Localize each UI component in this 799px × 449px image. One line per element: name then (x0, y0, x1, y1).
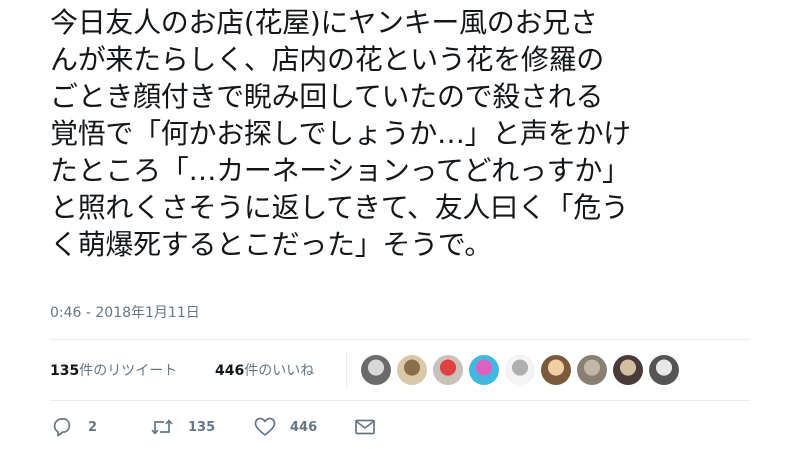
avatar-image (469, 355, 499, 385)
avatar-4[interactable] (468, 354, 500, 386)
avatar-8[interactable] (612, 354, 644, 386)
retweets-stat[interactable]: 135件のリツイート (50, 360, 177, 380)
avatar-6[interactable] (540, 354, 572, 386)
tweet-text-line: 覚悟で「何かお探しでしょうか…」と声をかけ (50, 117, 631, 150)
avatar-9[interactable] (648, 354, 680, 386)
avatar-image (361, 355, 391, 385)
tweet-text-line: 今日友人のお店(花屋)にヤンキー風のお兄さ (50, 6, 598, 39)
retweet-icon (150, 417, 174, 437)
reply-button[interactable]: 2 (52, 412, 97, 442)
reply-count: 2 (88, 419, 98, 435)
tweet-actions: 2 135 446 (50, 412, 750, 442)
avatar-3[interactable] (432, 354, 464, 386)
avatar-image (613, 355, 643, 385)
tweet-text-line: ごとき顔付きで睨み回していたので殺される (50, 80, 604, 113)
retweet-count: 135 (188, 419, 216, 435)
avatar-5[interactable] (504, 354, 536, 386)
tweet-text-line: と照れくさそうに返してきて、友人曰く「危う (50, 191, 629, 224)
tweet-text-line: たところ「…カーネーションってどれっすか」 (50, 154, 630, 187)
avatar-image (397, 355, 427, 385)
tweet-text: 今日友人のお店(花屋)にヤンキー風のお兄さ んが来たらしく、店内の花という花を修… (50, 4, 790, 263)
likes-stat[interactable]: 446件のいいね (215, 360, 314, 380)
likes-label: 件のいいね (244, 363, 315, 379)
retweet-button[interactable]: 135 (150, 412, 215, 442)
avatar-image (577, 355, 607, 385)
avatar-image (649, 355, 679, 385)
tweet-timestamp[interactable]: 0:46 - 2018年1月11日 (50, 302, 200, 322)
avatar-image (541, 355, 571, 385)
like-button[interactable]: 446 (254, 412, 317, 442)
avatar-image (433, 355, 463, 385)
likes-count: 446 (215, 363, 245, 379)
tweet-stats: 135件のリツイート 446件のいいね (50, 340, 750, 400)
avatar-7[interactable] (576, 354, 608, 386)
tweet-text-line: く萌爆死するとこだった」そうで。 (50, 228, 493, 261)
avatar-2[interactable] (396, 354, 428, 386)
direct-message-button[interactable] (354, 412, 376, 442)
retweets-label: 件のリツイート (79, 363, 178, 379)
retweets-count: 135 (50, 363, 80, 379)
stats-separator (346, 352, 347, 388)
tweet-text-line: んが来たらしく、店内の花という花を修羅の (50, 43, 605, 76)
divider (50, 400, 750, 401)
avatar-1[interactable] (360, 354, 392, 386)
avatar-image (505, 355, 535, 385)
reply-icon (52, 417, 74, 437)
like-count: 446 (290, 419, 318, 435)
heart-icon (254, 417, 276, 437)
envelope-icon (354, 417, 376, 437)
tweet: 今日友人のお店(花屋)にヤンキー風のお兄さ んが来たらしく、店内の花という花を修… (0, 0, 799, 449)
